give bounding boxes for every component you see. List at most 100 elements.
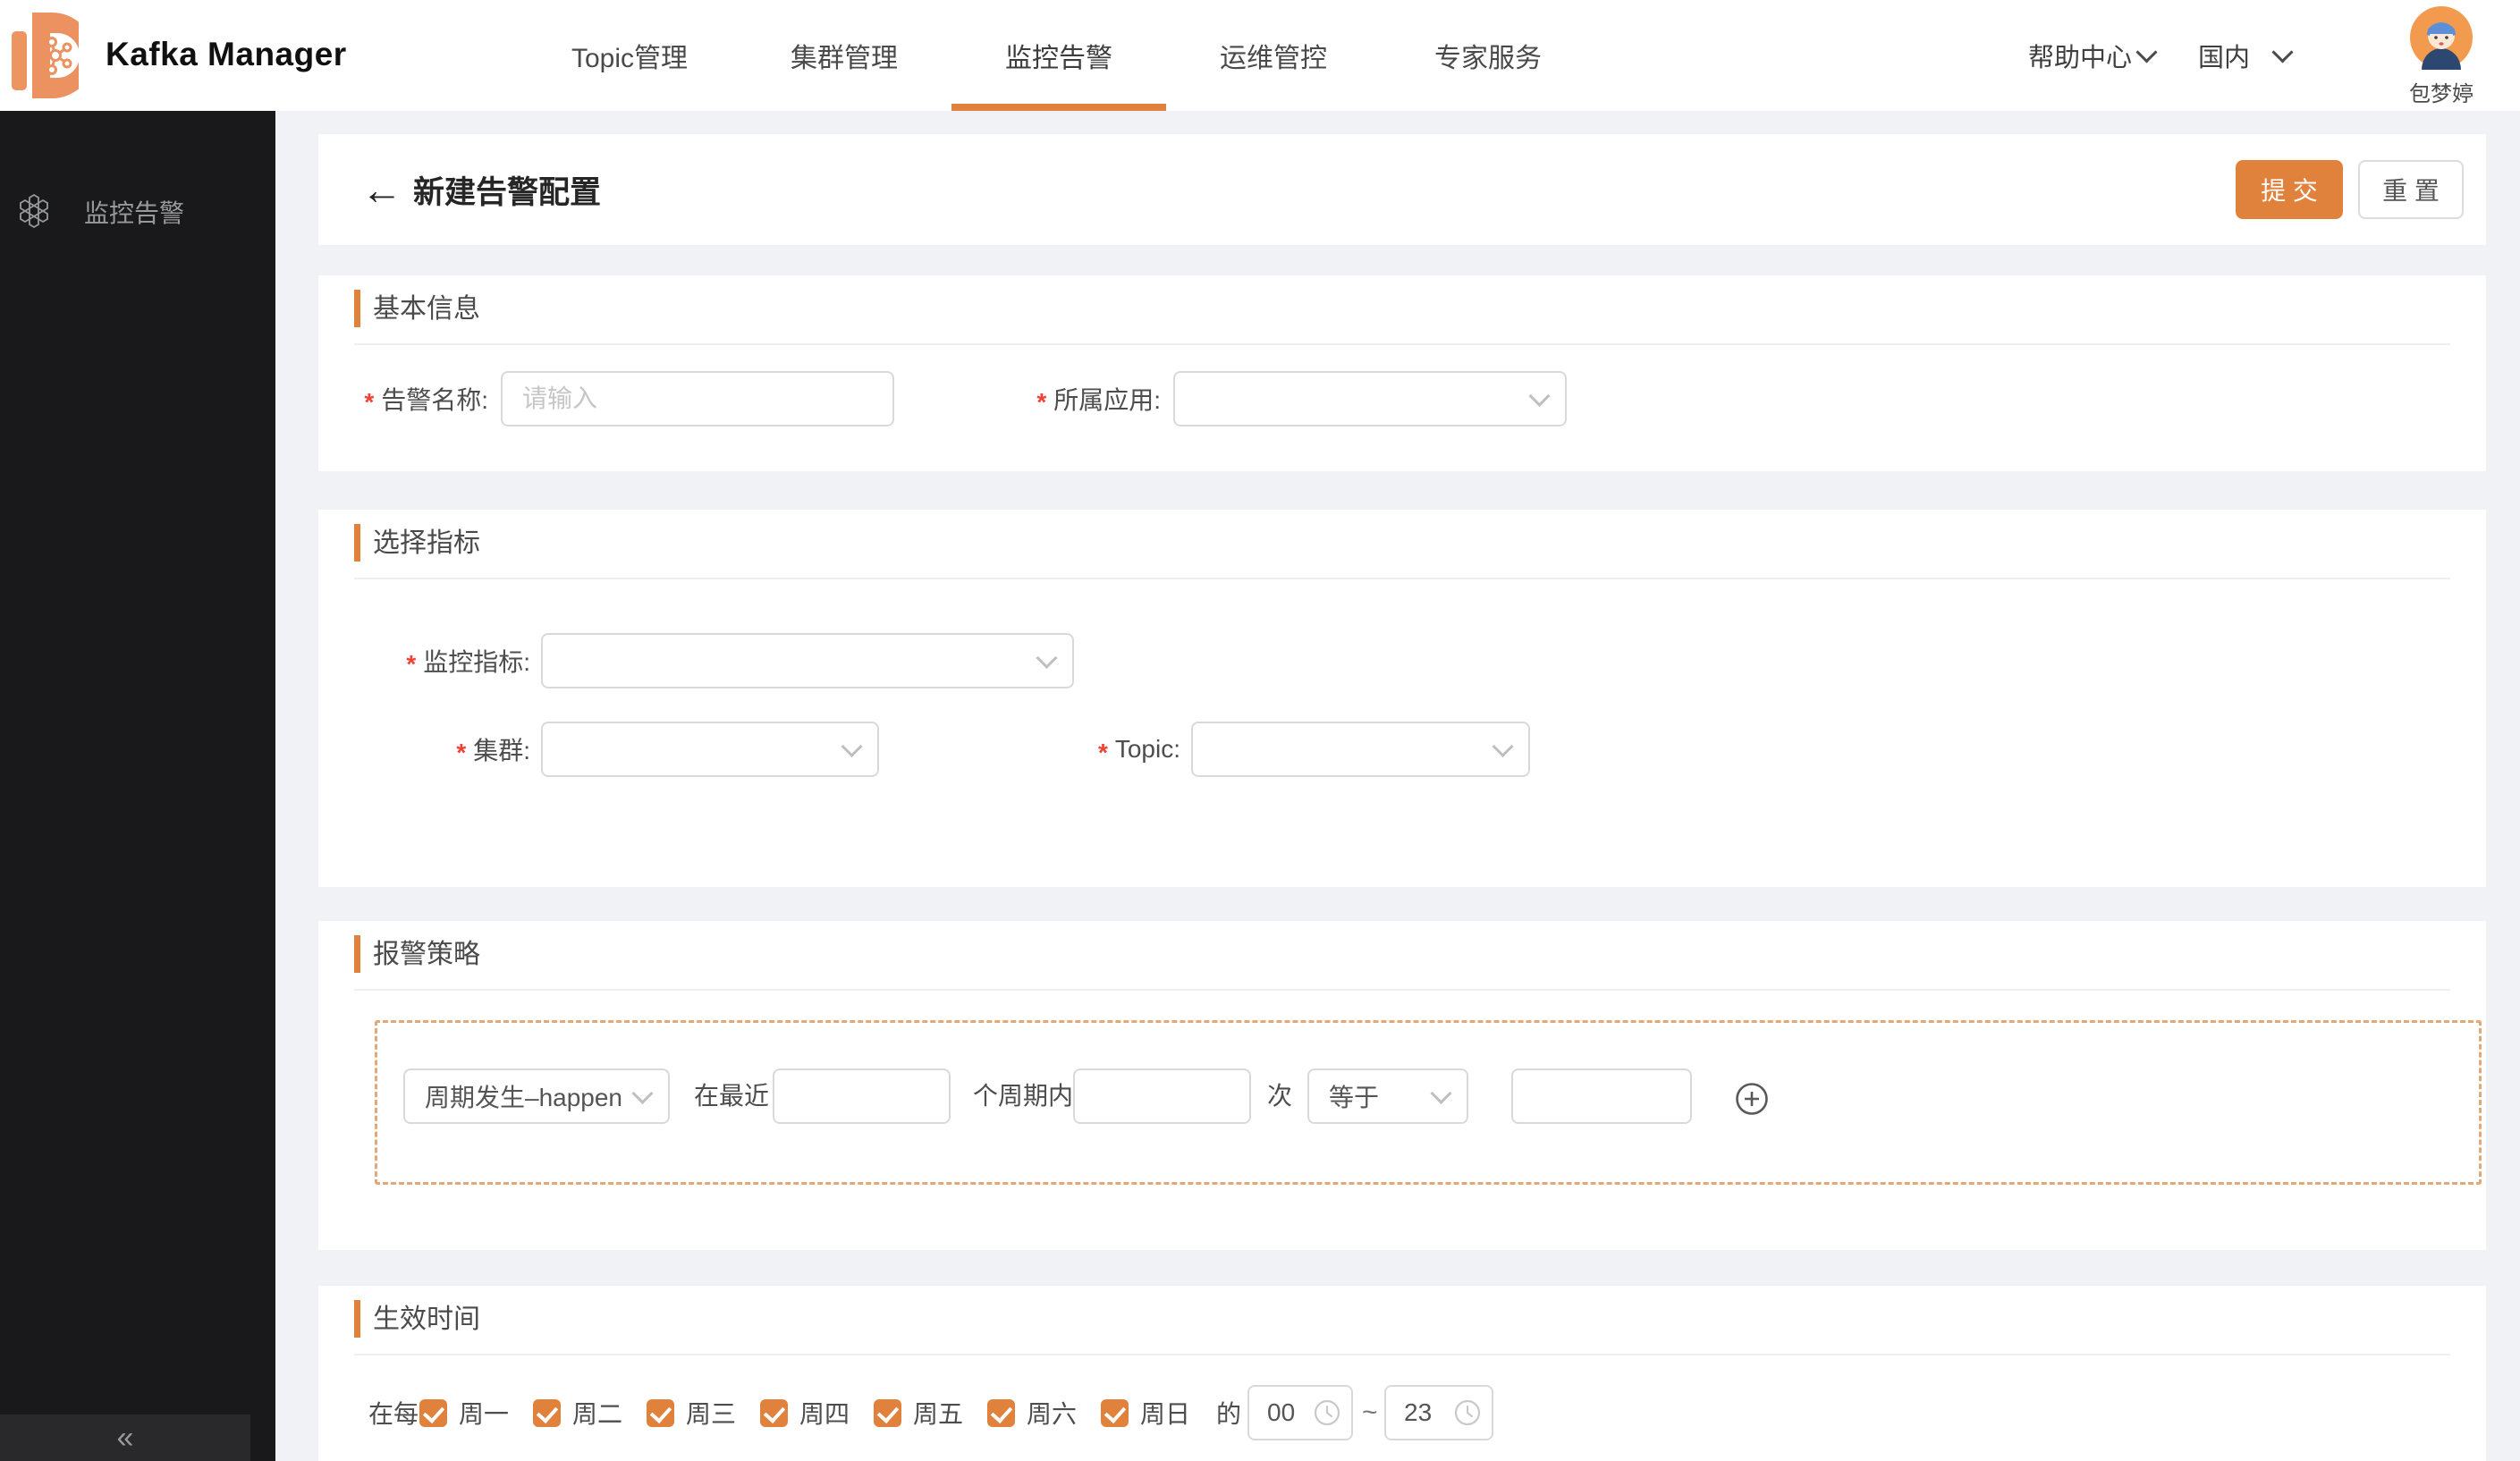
app-root: Kafka Manager Topic管理 集群管理 监控告警 运维管控 专家服… xyxy=(0,0,2520,1461)
weekday-friday[interactable]: 周五 xyxy=(874,1395,963,1431)
user-menu[interactable]: 包梦婷 xyxy=(2400,5,2482,107)
required-mark: * xyxy=(406,650,417,678)
monitor-metric-label: * 监控指标: xyxy=(406,648,530,678)
topic-select[interactable] xyxy=(1191,722,1530,777)
monitor-metric-select[interactable] xyxy=(541,633,1074,688)
collapse-icon: « xyxy=(116,1421,134,1455)
topic-label: * Topic: xyxy=(1097,735,1180,766)
checkbox-checked-icon[interactable] xyxy=(874,1398,901,1427)
clock-icon xyxy=(1314,1399,1340,1426)
sidebar-item-label: 监控告警 xyxy=(84,199,185,227)
app-select[interactable] xyxy=(1173,371,1567,426)
chevron-down-icon xyxy=(1492,735,1514,757)
basic-info-section: 基本信息 * 告警名称: * 所属应用: xyxy=(318,275,2486,471)
main-nav: Topic管理 集群管理 监控告警 运维管控 专家服务 xyxy=(562,0,1555,111)
add-rule-button[interactable] xyxy=(1735,1082,1769,1116)
effective-time-section: 生效时间 在每 周一 周二 周三 周四 周五 周六 周日 的 00 ~ 23 xyxy=(318,1286,2486,1461)
sidebar: 监控告警 « xyxy=(0,111,275,1461)
check-icon xyxy=(536,1400,559,1423)
weekday-monday[interactable]: 周一 xyxy=(419,1395,509,1431)
weekday-thursday[interactable]: 周四 xyxy=(760,1395,850,1431)
content: ← 新建告警配置 提 交 重 置 基本信息 * 告警名称: * 所属应用: xyxy=(275,111,2520,1461)
section-accent-bar xyxy=(354,1300,360,1338)
page-title-card: ← 新建告警配置 提 交 重 置 xyxy=(318,134,2486,245)
app-label: * 所属应用: xyxy=(1036,386,1161,416)
tab-ops[interactable]: 运维管控 xyxy=(1206,0,1340,111)
chevron-down-icon xyxy=(841,735,863,757)
region-label: 国内 xyxy=(2198,44,2251,72)
chevron-down-icon xyxy=(631,1082,654,1104)
condition-select[interactable]: 周期发生–happen xyxy=(403,1068,670,1124)
required-mark: * xyxy=(364,388,375,416)
tilde-separator: ~ xyxy=(1362,1398,1378,1427)
section-accent-bar xyxy=(354,524,360,562)
check-icon xyxy=(422,1400,445,1423)
check-icon xyxy=(1104,1400,1127,1423)
honeycomb-icon xyxy=(20,193,48,229)
chevron-down-icon xyxy=(1528,384,1551,407)
section-title: 选择指标 xyxy=(373,528,480,558)
check-icon xyxy=(876,1400,900,1423)
required-mark: * xyxy=(1097,739,1108,766)
strategy-section: 报警策略 周期发生–happen 在最近 个周期内 次 等于 xyxy=(318,921,2486,1250)
back-button[interactable]: ← xyxy=(361,134,402,245)
submit-button[interactable]: 提 交 xyxy=(2236,160,2343,219)
recent-count-input[interactable] xyxy=(773,1068,951,1124)
section-accent-bar xyxy=(354,935,360,973)
username: 包梦婷 xyxy=(2409,82,2473,106)
region-menu[interactable]: 国内 xyxy=(2198,0,2294,111)
weekday-saturday[interactable]: 周六 xyxy=(987,1395,1077,1431)
tab-cluster[interactable]: 集群管理 xyxy=(777,0,911,111)
chevron-down-icon xyxy=(2271,40,2294,63)
cluster-label: * 集群: xyxy=(456,737,530,766)
start-time-input[interactable]: 00 xyxy=(1247,1385,1353,1440)
chevron-down-icon xyxy=(1430,1082,1452,1104)
period-count-input[interactable] xyxy=(1073,1068,1251,1124)
threshold-input[interactable] xyxy=(1511,1068,1692,1124)
checkbox-checked-icon[interactable] xyxy=(647,1398,674,1427)
section-divider xyxy=(354,578,2450,579)
brand-title: Kafka Manager xyxy=(106,36,347,72)
weekday-wednesday[interactable]: 周三 xyxy=(647,1395,736,1431)
chevron-down-icon xyxy=(2135,40,2158,63)
check-icon xyxy=(763,1400,786,1423)
recent-label: 在最近 xyxy=(694,1082,770,1110)
app-logo-icon xyxy=(12,13,79,98)
end-time-input[interactable]: 23 xyxy=(1384,1385,1493,1440)
operator-select[interactable]: 等于 xyxy=(1307,1068,1468,1124)
checkbox-checked-icon[interactable] xyxy=(533,1398,561,1427)
avatar xyxy=(2410,6,2473,70)
required-mark: * xyxy=(1036,388,1047,416)
section-accent-bar xyxy=(354,290,360,327)
help-center-menu[interactable]: 帮助中心 xyxy=(2028,0,2158,111)
clock-icon xyxy=(1454,1399,1481,1426)
section-title: 报警策略 xyxy=(373,940,480,969)
weekday-sunday[interactable]: 周日 xyxy=(1101,1395,1190,1431)
section-divider xyxy=(354,1354,2450,1355)
tab-expert[interactable]: 专家服务 xyxy=(1421,0,1555,111)
tab-topic[interactable]: Topic管理 xyxy=(562,0,697,111)
checkbox-checked-icon[interactable] xyxy=(987,1398,1015,1427)
tab-monitor-alert[interactable]: 监控告警 xyxy=(951,0,1166,111)
period-label: 个周期内 xyxy=(973,1082,1074,1110)
check-icon xyxy=(649,1400,672,1423)
section-title: 生效时间 xyxy=(373,1305,480,1334)
sidebar-item-monitor-alert[interactable]: 监控告警 xyxy=(0,183,275,241)
every-label: 在每 xyxy=(368,1400,419,1428)
cluster-select[interactable] xyxy=(541,722,879,777)
checkbox-checked-icon[interactable] xyxy=(1101,1398,1129,1427)
help-center-label: 帮助中心 xyxy=(2028,44,2133,72)
weekday-tuesday[interactable]: 周二 xyxy=(533,1395,622,1431)
check-icon xyxy=(990,1400,1013,1423)
strategy-rule-box: 周期发生–happen 在最近 个周期内 次 等于 xyxy=(375,1020,2482,1185)
section-title: 基本信息 xyxy=(373,294,480,324)
alert-name-label: * 告警名称: xyxy=(364,386,488,416)
checkbox-checked-icon[interactable] xyxy=(760,1398,788,1427)
alert-name-input[interactable] xyxy=(501,371,894,426)
checkbox-checked-icon[interactable] xyxy=(419,1398,447,1427)
sidebar-collapse-button[interactable]: « xyxy=(0,1415,250,1461)
chevron-down-icon xyxy=(1036,646,1058,669)
section-divider xyxy=(354,989,2450,991)
page-title: 新建告警配置 xyxy=(413,174,602,210)
reset-button[interactable]: 重 置 xyxy=(2358,160,2464,219)
